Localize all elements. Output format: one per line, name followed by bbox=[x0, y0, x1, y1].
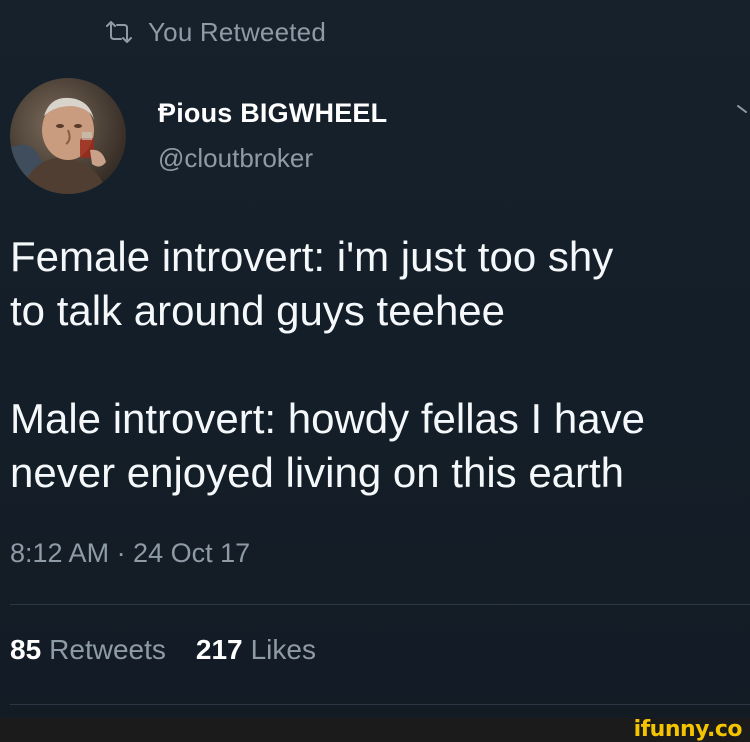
user-display-name[interactable]: Ᵽious BIGWHEEL bbox=[158, 98, 387, 129]
divider bbox=[10, 604, 750, 605]
tweet-paragraph-1: Female introvert: i'm just too shy to ta… bbox=[10, 230, 750, 338]
ifunny-watermark: ifunny.co bbox=[633, 717, 743, 742]
tweet-line: to talk around guys teehee bbox=[10, 287, 506, 334]
tweet-text: Female introvert: i'm just too shy to ta… bbox=[10, 230, 750, 500]
likes-label: Likes bbox=[250, 634, 316, 665]
retweet-header-text: You Retweeted bbox=[148, 16, 326, 47]
avatar[interactable] bbox=[10, 78, 126, 194]
chevron-down-icon[interactable] bbox=[736, 100, 750, 120]
tweet-line: never enjoyed living on this earth bbox=[10, 449, 625, 496]
tweet-line: Male introvert: howdy fellas I have bbox=[10, 395, 645, 442]
likes-count: 217 bbox=[195, 634, 243, 665]
watermark-bar: ifunny.co bbox=[0, 718, 750, 742]
user-handle[interactable]: @cloutbroker bbox=[158, 143, 313, 174]
tweet-timestamp[interactable]: 8:12 AM · 24 Oct 17 bbox=[10, 538, 250, 569]
retweet-icon bbox=[104, 21, 134, 43]
divider bbox=[10, 704, 750, 705]
retweet-header: You Retweeted bbox=[104, 14, 326, 50]
likes-stat[interactable]: 217 Likes bbox=[196, 634, 316, 666]
tweet-screen: You Retweeted Ᵽious BIGWHEEL @cloutbroke… bbox=[0, 0, 750, 742]
retweets-label: Retweets bbox=[49, 634, 166, 665]
retweets-stat[interactable]: 85 Retweets bbox=[10, 634, 166, 666]
tweet-paragraph-2: Male introvert: howdy fellas I have neve… bbox=[10, 392, 750, 500]
tweet-stats: 85 Retweets 217 Likes bbox=[10, 634, 316, 666]
retweets-count: 85 bbox=[10, 634, 42, 665]
tweet-line: Female introvert: i'm just too shy bbox=[10, 233, 614, 280]
